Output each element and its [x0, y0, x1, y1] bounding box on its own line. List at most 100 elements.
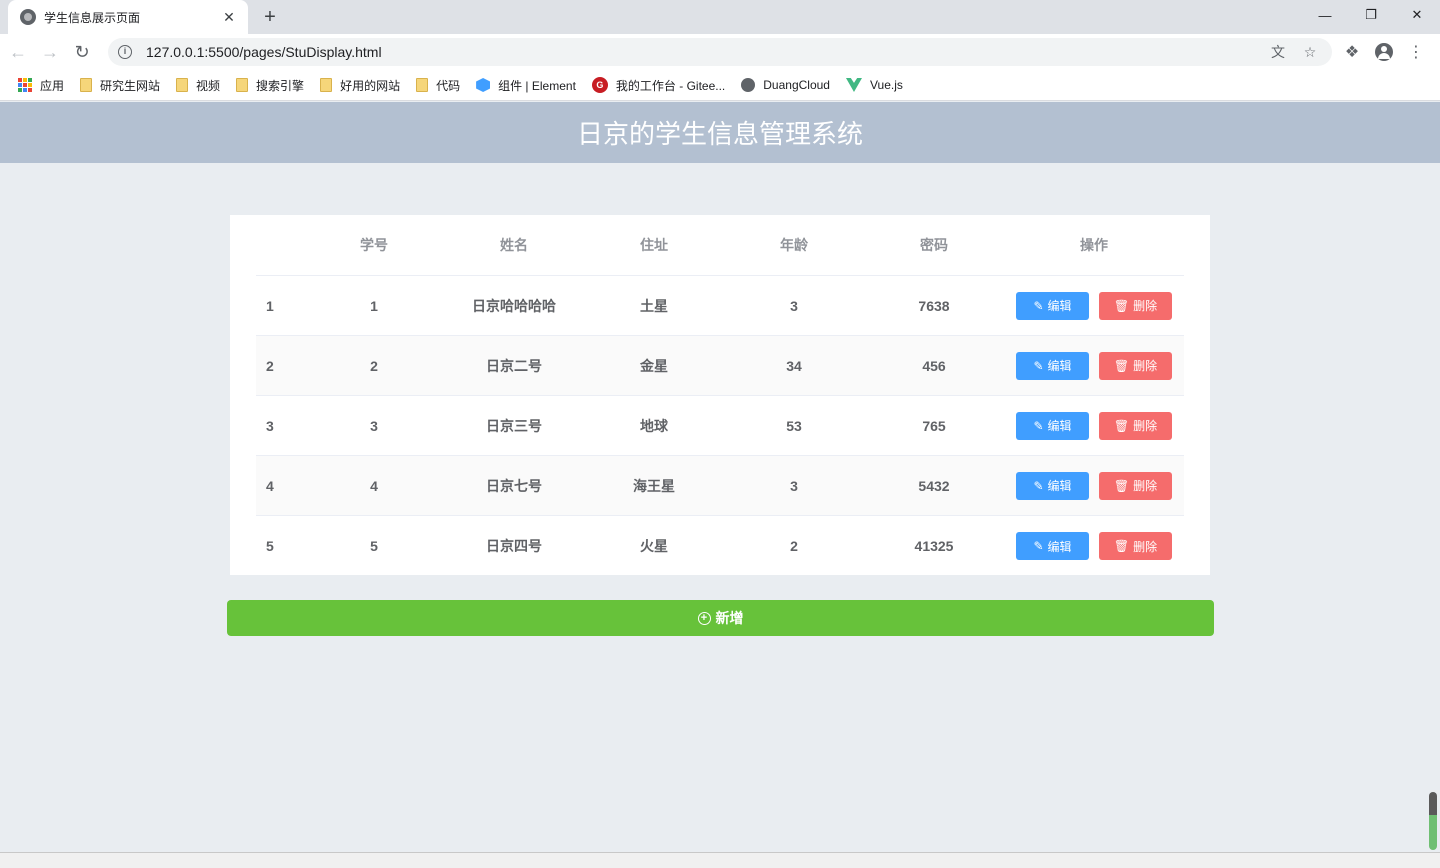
cell-address: 海王星 [633, 477, 675, 494]
bookmark-label: 我的工作台 - Gitee... [615, 78, 726, 93]
new-tab-button[interactable]: + [258, 6, 282, 28]
column-header-id: 学号 [360, 237, 388, 253]
edit-label: 编辑 [1047, 359, 1072, 373]
edit-label: 编辑 [1047, 539, 1072, 554]
bookmark-folder[interactable]: 视频 [168, 72, 228, 98]
folder-icon [416, 78, 429, 92]
bookmark-gitee[interactable]: G 我的工作台 - Gitee... [584, 72, 733, 98]
table-header: 学号 姓名 住址 年龄 密码 操作 [256, 215, 1184, 276]
delete-button[interactable]: 🗑 删除 [1099, 532, 1172, 560]
cell-index: 5 [266, 538, 274, 554]
cell-actions: ✎ 编辑 🗑 删除 [1004, 471, 1184, 500]
extensions-icon[interactable]: ❖ [1336, 38, 1368, 66]
reload-button[interactable]: ↻ [68, 38, 96, 66]
cell-actions: ✎ 编辑 🗑 删除 [1004, 532, 1184, 560]
cell-password: 765 [922, 417, 946, 434]
edit-label: 编辑 [1047, 419, 1072, 433]
bookmark-folder[interactable]: 好用的网站 [312, 72, 408, 98]
minimize-button[interactable]: — [1302, 0, 1348, 30]
pencil-icon: ✎ [1033, 539, 1044, 553]
bookmark-apps[interactable]: 应用 [10, 72, 72, 98]
info-icon[interactable]: i [118, 45, 132, 59]
cell-actions: ✎ 编辑 🗑 删除 [1004, 351, 1184, 380]
folder-icon [176, 78, 189, 92]
translate-icon[interactable]: 文 [1266, 40, 1290, 64]
delete-button[interactable]: 🗑 删除 [1099, 411, 1172, 440]
cell-address: 土星 [640, 297, 668, 314]
cell-password: 456 [922, 357, 946, 374]
cell-name: 日京四号 [486, 538, 542, 554]
cell-name: 日京七号 [486, 477, 542, 494]
student-table: 学号 姓名 住址 年龄 密码 操作 1 1 日京哈哈哈哈 土星 3 7638 ✎… [230, 215, 1210, 575]
cell-password: 5432 [918, 477, 950, 494]
table-row: 5 5 日京四号 火星 2 41325 ✎ 编辑 🗑 删除 [256, 516, 1184, 576]
table-row: 3 3 日京三号 地球 53 765 ✎ 编辑 🗑 删除 [256, 396, 1184, 456]
window-controls: — ❐ ✕ [1302, 0, 1440, 30]
bookmark-folder[interactable]: 代码 [408, 72, 468, 98]
pencil-icon: ✎ [1033, 478, 1044, 493]
trash-icon: 🗑 [1113, 478, 1130, 493]
menu-icon[interactable]: ⋮ [1400, 38, 1432, 66]
table-row: 4 4 日京七号 海王星 3 5432 ✎ 编辑 🗑 删除 [256, 456, 1184, 516]
edit-button[interactable]: ✎ 编辑 [1016, 532, 1089, 560]
delete-button[interactable]: 🗑 删除 [1099, 351, 1172, 380]
table-row: 1 1 日京哈哈哈哈 土星 3 7638 ✎ 编辑 🗑 删除 [256, 276, 1184, 336]
cell-index: 2 [266, 357, 274, 374]
column-header-actions: 操作 [1080, 237, 1108, 253]
bookmark-label: 组件 | Element [498, 78, 576, 93]
bookmark-label: DuangCloud [763, 78, 830, 92]
globe-icon [741, 78, 756, 92]
bookmark-label: Vue.js [869, 78, 903, 92]
cell-id: 2 [370, 357, 378, 374]
browser-toolbar: ← → ↻ i 127.0.0.1:5500/pages/StuDisplay.… [0, 34, 1440, 70]
delete-button[interactable]: 🗑 删除 [1099, 471, 1172, 500]
profile-button[interactable] [1368, 38, 1400, 66]
column-header-name: 姓名 [500, 237, 528, 253]
edit-button[interactable]: ✎ 编辑 [1016, 411, 1089, 440]
cell-id: 5 [370, 538, 378, 554]
back-button[interactable]: ← [4, 38, 32, 66]
browser-tab[interactable]: 学生信息展示页面 ✕ [8, 0, 248, 34]
bookmark-label: 视频 [196, 78, 221, 93]
cell-actions: ✎ 编辑 🗑 删除 [1004, 411, 1184, 440]
bookmark-vue[interactable]: Vue.js [838, 72, 911, 98]
bookmark-folder[interactable]: 研究生网站 [72, 72, 168, 98]
page-title: 日京的学生信息管理系统 [576, 119, 863, 149]
delete-button[interactable]: 🗑 删除 [1099, 291, 1172, 320]
bookmark-element[interactable]: 组件 | Element [468, 72, 584, 98]
cell-address: 地球 [640, 417, 668, 434]
bookmark-duangcloud[interactable]: DuangCloud [733, 72, 838, 98]
close-window-button[interactable]: ✕ [1394, 0, 1440, 30]
column-header-password: 密码 [920, 237, 948, 253]
forward-button[interactable]: → [36, 38, 64, 66]
tab-title: 学生信息展示页面 [44, 10, 141, 25]
taskbar-strip [0, 852, 1440, 868]
add-student-button[interactable]: + 新增 [227, 600, 1214, 636]
bookmark-folder[interactable]: 搜索引擎 [228, 72, 312, 98]
restore-button[interactable]: ❐ [1348, 0, 1394, 30]
avatar-icon [1375, 43, 1393, 61]
delete-label: 删除 [1133, 299, 1158, 313]
folder-icon [320, 78, 333, 92]
cell-password: 41325 [914, 538, 954, 554]
close-tab-icon[interactable]: ✕ [220, 8, 238, 26]
edit-button[interactable]: ✎ 编辑 [1016, 351, 1089, 380]
trash-icon: 🗑 [1113, 358, 1130, 373]
scrollbar[interactable] [1429, 792, 1437, 850]
page-header: 日京的学生信息管理系统 [0, 102, 1440, 163]
url-text[interactable]: 127.0.0.1:5500/pages/StuDisplay.html [146, 44, 1258, 60]
star-icon[interactable]: ☆ [1298, 40, 1322, 64]
edit-button[interactable]: ✎ 编辑 [1016, 291, 1089, 320]
edit-button[interactable]: ✎ 编辑 [1016, 471, 1089, 500]
cell-name: 日京哈哈哈哈 [472, 297, 556, 314]
delete-label: 删除 [1133, 419, 1158, 433]
bookmarks-bar: 应用 研究生网站 视频 搜索引擎 好用的网站 代码 组件 | Element G… [0, 70, 1440, 101]
cell-index: 3 [266, 417, 274, 434]
pencil-icon: ✎ [1033, 358, 1044, 373]
address-bar[interactable]: i 127.0.0.1:5500/pages/StuDisplay.html 文… [108, 38, 1332, 66]
apps-icon [18, 78, 32, 92]
cell-age: 3 [790, 477, 798, 494]
cell-actions: ✎ 编辑 🗑 删除 [1004, 291, 1184, 320]
vue-icon [845, 78, 862, 92]
cell-address: 火星 [640, 538, 668, 554]
